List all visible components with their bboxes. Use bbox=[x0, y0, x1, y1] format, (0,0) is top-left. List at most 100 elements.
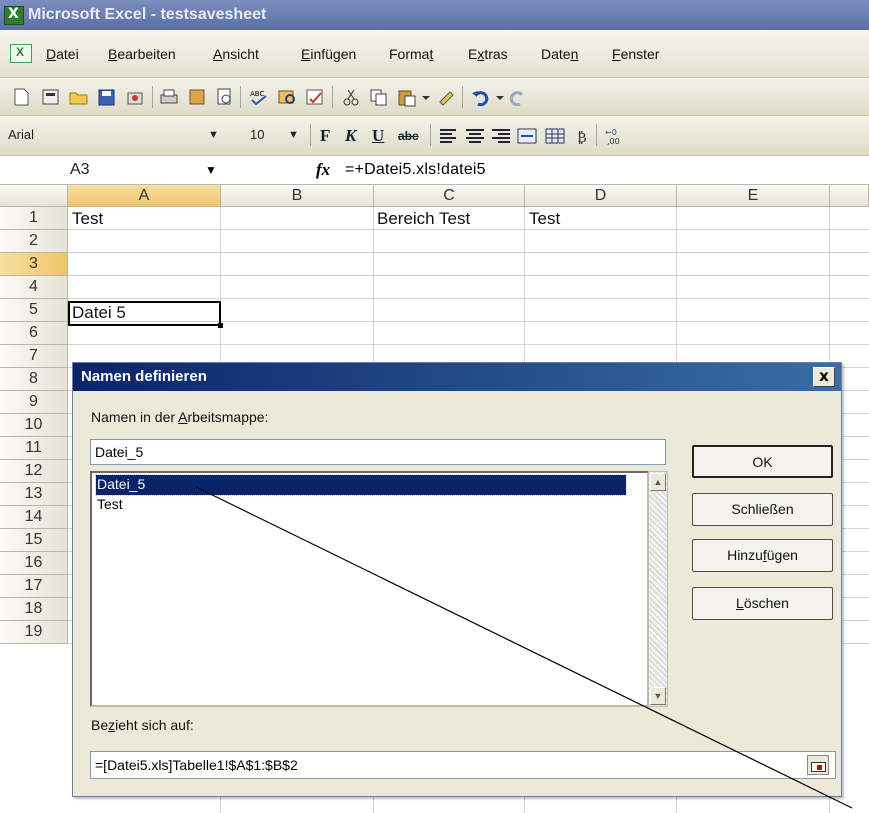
dialog-title-bar[interactable]: Namen definieren x bbox=[73, 363, 841, 391]
menu-bearbeiten[interactable]: Bearbeiten bbox=[108, 46, 176, 62]
dialog-title: Namen definieren bbox=[81, 368, 207, 385]
print-icon[interactable] bbox=[158, 87, 180, 107]
format-painter-icon[interactable] bbox=[436, 87, 458, 107]
ok-button[interactable]: OK bbox=[692, 445, 833, 478]
close-button[interactable]: Schließen bbox=[692, 493, 833, 526]
row-header[interactable]: 12 bbox=[0, 460, 68, 483]
menu-datei[interactable]: Datei bbox=[46, 46, 79, 62]
scroll-up-icon[interactable]: ▲ bbox=[650, 473, 666, 491]
paste-icon[interactable] bbox=[396, 87, 418, 107]
formula-bar: A3 ▼ fx =+Datei5.xls!datei5 bbox=[0, 157, 869, 185]
excel-app-icon[interactable] bbox=[4, 6, 24, 25]
workbook-icon[interactable] bbox=[10, 44, 32, 63]
undo-icon[interactable] bbox=[470, 87, 492, 107]
refers-to-label: Bezieht sich auf: bbox=[91, 717, 194, 733]
row-header[interactable]: 4 bbox=[0, 276, 68, 299]
cell-d1[interactable]: Test bbox=[529, 209, 560, 229]
row-header[interactable]: 13 bbox=[0, 483, 68, 506]
row-header[interactable]: 14 bbox=[0, 506, 68, 529]
column-header-e[interactable]: E bbox=[677, 185, 830, 207]
row-header[interactable]: 7 bbox=[0, 345, 68, 368]
euro-format-icon[interactable]: ₿ bbox=[572, 126, 594, 146]
formula-input[interactable]: =+Datei5.xls!datei5 bbox=[345, 161, 486, 179]
merge-center-icon[interactable] bbox=[516, 126, 538, 146]
row-header[interactable]: 9 bbox=[0, 391, 68, 414]
listbox-scrollbar[interactable]: ▲ ▼ bbox=[648, 471, 668, 707]
select-all-corner[interactable] bbox=[0, 185, 68, 207]
name-box[interactable]: A3 bbox=[70, 161, 200, 179]
font-name-select[interactable]: Arial ▼ bbox=[6, 124, 226, 146]
cell-c1[interactable]: Bereich Test bbox=[377, 209, 470, 229]
svg-text:₿: ₿ bbox=[577, 130, 587, 146]
row-header[interactable]: 10 bbox=[0, 414, 68, 437]
row-header[interactable]: 17 bbox=[0, 575, 68, 598]
column-header-c[interactable]: C bbox=[374, 185, 525, 207]
template-icon[interactable] bbox=[40, 87, 62, 107]
cell-a3[interactable]: Datei 5 bbox=[72, 303, 126, 323]
names-listbox[interactable]: Datei_5 Test bbox=[90, 471, 649, 707]
research-icon[interactable] bbox=[186, 87, 208, 107]
row-header[interactable]: 5 bbox=[0, 299, 68, 322]
collapse-dialog-icon[interactable] bbox=[807, 755, 829, 775]
column-header-f[interactable] bbox=[830, 185, 869, 207]
print-preview-icon[interactable] bbox=[214, 87, 236, 107]
column-header-d[interactable]: D bbox=[525, 185, 677, 207]
new-document-icon[interactable] bbox=[10, 87, 32, 107]
align-center-icon[interactable] bbox=[464, 126, 486, 146]
column-header-b[interactable]: B bbox=[221, 185, 374, 207]
menu-fenster[interactable]: Fenster bbox=[612, 46, 659, 62]
cell-a1[interactable]: Test bbox=[72, 209, 103, 229]
redo-icon[interactable] bbox=[508, 87, 530, 107]
row-header[interactable]: 6 bbox=[0, 322, 68, 345]
name-input[interactable] bbox=[90, 439, 666, 465]
copy-icon[interactable] bbox=[368, 87, 390, 107]
menu-daten[interactable]: Daten bbox=[541, 46, 578, 62]
italic-button[interactable]: K bbox=[345, 126, 356, 146]
open-folder-icon[interactable] bbox=[68, 87, 90, 107]
menu-extras[interactable]: Extras bbox=[468, 46, 508, 62]
define-name-dialog: Namen definieren x Namen in der Arbeitsm… bbox=[72, 362, 842, 797]
research-book-icon[interactable] bbox=[276, 87, 298, 107]
track-changes-icon[interactable] bbox=[304, 87, 326, 107]
row-header[interactable]: 18 bbox=[0, 598, 68, 621]
scroll-down-icon[interactable]: ▼ bbox=[650, 687, 666, 705]
list-item[interactable]: Test bbox=[96, 495, 626, 515]
refers-to-input[interactable] bbox=[90, 751, 836, 779]
undo-chevron-down-icon[interactable] bbox=[494, 87, 506, 107]
permission-icon[interactable] bbox=[124, 87, 146, 107]
names-label: Namen in der Arbeitsmappe: bbox=[91, 409, 269, 425]
menu-ansicht[interactable]: Ansicht bbox=[213, 46, 259, 62]
title-bar: Microsoft Excel - testsavesheet bbox=[0, 0, 869, 30]
row-header[interactable]: 2 bbox=[0, 230, 68, 253]
menu-format[interactable]: Format bbox=[389, 46, 433, 62]
row-header[interactable]: 1 bbox=[0, 207, 68, 230]
align-right-icon[interactable] bbox=[490, 126, 512, 146]
bold-button[interactable]: F bbox=[320, 126, 330, 146]
window-title: Microsoft Excel - testsavesheet bbox=[28, 6, 267, 23]
add-button[interactable]: Hinzufügen bbox=[692, 539, 833, 572]
increase-decimal-icon[interactable]: ←0,00 bbox=[604, 126, 626, 146]
row-header[interactable]: 11 bbox=[0, 437, 68, 460]
row-header[interactable]: 19 bbox=[0, 621, 68, 644]
align-left-icon[interactable] bbox=[438, 126, 460, 146]
cut-icon[interactable] bbox=[340, 87, 362, 107]
spelling-icon[interactable]: ABC bbox=[248, 87, 270, 107]
underline-button[interactable]: U bbox=[372, 126, 384, 146]
row-header[interactable]: 15 bbox=[0, 529, 68, 552]
insert-function-icon[interactable]: fx bbox=[316, 160, 330, 180]
strikethrough-button[interactable]: abc bbox=[398, 129, 419, 143]
column-header-a[interactable]: A bbox=[68, 185, 221, 207]
list-item[interactable]: Datei_5 bbox=[95, 474, 627, 496]
paste-options-chevron-down-icon[interactable] bbox=[420, 87, 432, 107]
font-size-select[interactable]: 10 ▼ bbox=[238, 124, 304, 146]
row-header[interactable]: 3 bbox=[0, 253, 68, 276]
svg-text:←0: ←0 bbox=[605, 128, 617, 137]
row-header[interactable]: 8 bbox=[0, 368, 68, 391]
name-box-chevron-down-icon[interactable]: ▼ bbox=[205, 163, 217, 177]
delete-button[interactable]: Löschen bbox=[692, 587, 833, 620]
currency-format-icon[interactable] bbox=[544, 126, 566, 146]
close-icon[interactable]: x bbox=[813, 367, 835, 387]
save-icon[interactable] bbox=[96, 87, 118, 107]
row-header[interactable]: 16 bbox=[0, 552, 68, 575]
menu-einfuegen[interactable]: Einfügen bbox=[301, 46, 356, 62]
